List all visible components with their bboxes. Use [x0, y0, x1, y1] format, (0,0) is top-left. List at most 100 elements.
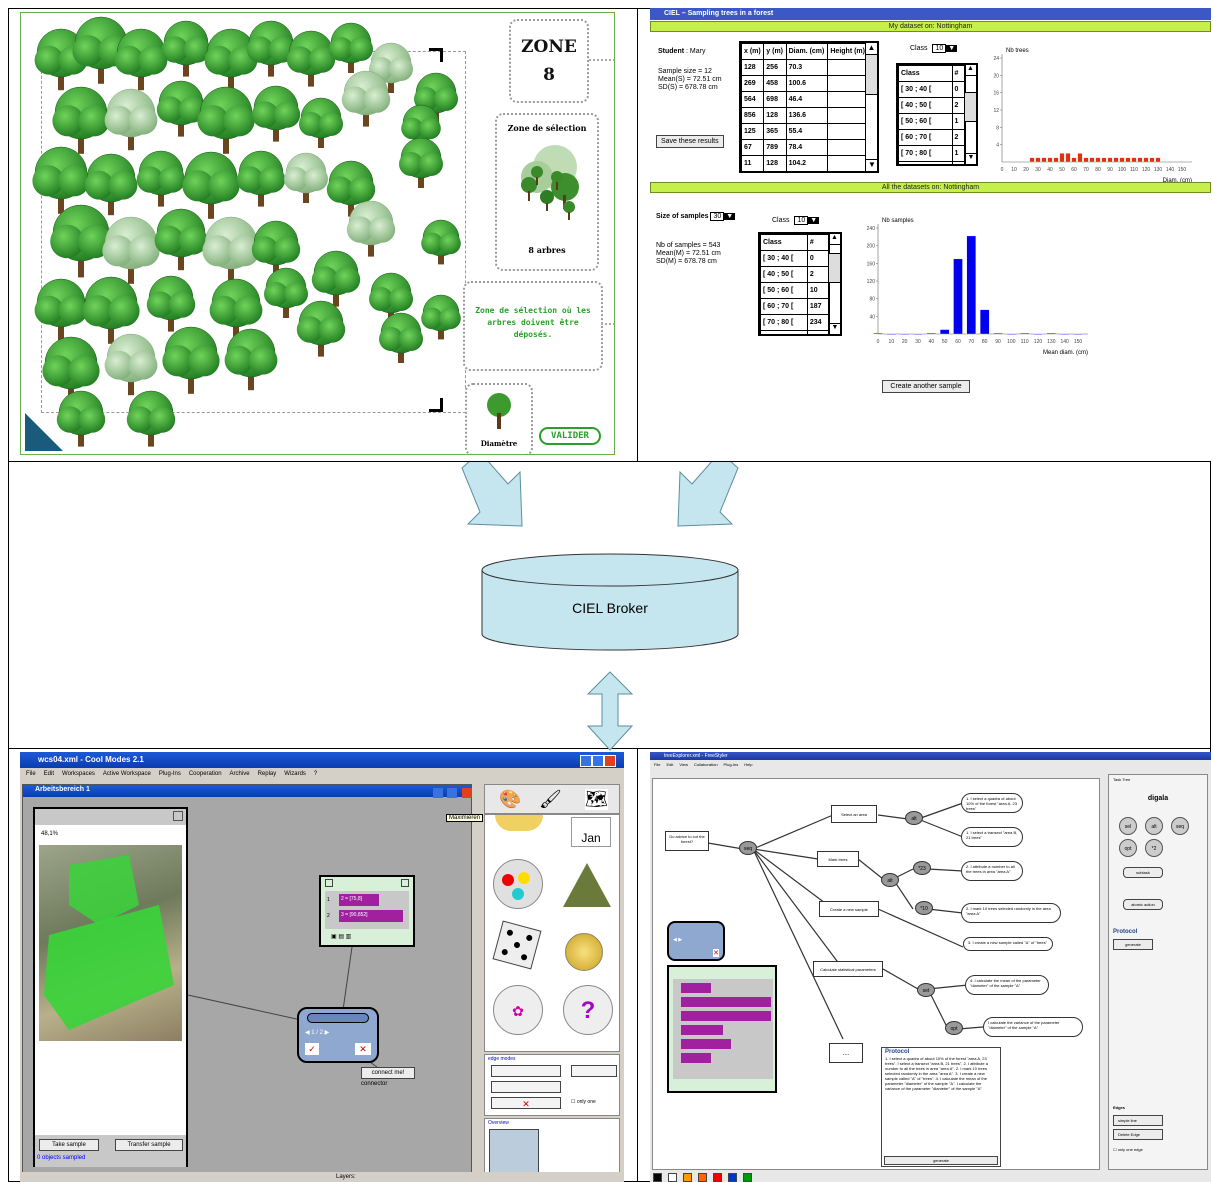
forest-trees[interactable] [21, 13, 491, 455]
palette-item-dots-icon[interactable]: ✿ [493, 985, 543, 1035]
side-tab[interactable]: Task Tree [1113, 777, 1133, 782]
side-node-button[interactable]: *2 [1145, 839, 1163, 857]
palette-item-jan[interactable]: Jan [571, 817, 611, 847]
palette-tab-icon[interactable]: 🎨 [499, 789, 521, 810]
palette-item-question-icon[interactable]: ? [563, 985, 613, 1035]
size-value[interactable]: 30 [710, 212, 725, 221]
list-panel-tools[interactable]: ▣ ▤ ▥ [331, 933, 351, 940]
list-item[interactable]: 1 2 = [75,8] [327, 894, 407, 906]
menu-item[interactable]: Wizards [284, 771, 306, 777]
color-swatch[interactable] [713, 1173, 722, 1182]
scroll-up-icon[interactable]: ▲ [965, 65, 976, 76]
color-swatch[interactable] [668, 1173, 677, 1182]
node-set[interactable]: set [917, 983, 935, 997]
table-row[interactable]: [ 40 ; 50 [2 [898, 97, 967, 114]
scroll-down-icon[interactable]: ▼ [866, 159, 877, 171]
minimize-icon[interactable] [580, 755, 592, 767]
sample-device[interactable]: ◀ 1 / 2 ▶ ✓ ✕ [297, 1007, 379, 1063]
list-panel-header-icon[interactable] [325, 879, 333, 887]
color-swatch[interactable] [683, 1173, 692, 1182]
list-panel-expand-icon[interactable] [401, 879, 409, 887]
table-row[interactable]: [ 70 ; 80 [1 [898, 145, 967, 162]
node-opt[interactable]: opt [945, 1021, 963, 1035]
list-item-bar[interactable] [681, 983, 711, 993]
leaf-7[interactable]: I calculate the variance of the paramete… [983, 1017, 1083, 1037]
embedded-device[interactable]: ◀ ▶ ✕ [667, 921, 725, 961]
color-swatch[interactable] [653, 1173, 662, 1182]
menu-item[interactable]: File [26, 771, 36, 777]
leaf-5[interactable]: 3. I create a new sample called "A" of "… [963, 937, 1053, 951]
class-select-2[interactable]: Class 10 ▼ [772, 216, 820, 225]
palette-item-dice-icon[interactable] [492, 920, 542, 970]
list-item-bar[interactable] [681, 1025, 723, 1035]
scroll-down-icon[interactable]: ▼ [829, 323, 840, 334]
class-dropdown-1-icon[interactable]: ▼ [946, 45, 958, 52]
menu-item[interactable]: File [654, 762, 660, 767]
class-table-1-scrollbar[interactable]: ▲ ▼ [964, 65, 976, 164]
class-value-2[interactable]: 10 [794, 216, 809, 225]
table-row[interactable]: 128 256 70.3 [741, 59, 869, 76]
table-row[interactable]: 856 128 136.6 [741, 107, 869, 124]
leaf-2[interactable]: 1. I select a transect "area B, 21 trees… [961, 827, 1023, 847]
list-item-bar[interactable] [681, 1011, 771, 1021]
side-node-button[interactable]: alt [1145, 817, 1163, 835]
palette-item-tent-icon[interactable] [563, 863, 611, 907]
table-row[interactable]: [ 60 ; 70 [187 [760, 298, 831, 315]
maximize-icon[interactable] [592, 755, 604, 767]
node-star23[interactable]: *23 [913, 861, 931, 875]
menu-item[interactable]: Replay [258, 771, 277, 777]
table-row[interactable]: [ 60 ; 70 [2 [898, 129, 967, 146]
scroll-thumb[interactable] [866, 55, 877, 95]
create-sample-button[interactable]: Create another sample [882, 380, 970, 393]
node-root[interactable]: Do advice to cut the forest? [665, 831, 709, 851]
menu-item[interactable]: Edit [44, 771, 54, 777]
leaf-6[interactable]: 4. I calculate the mean of the parameter… [965, 975, 1049, 995]
edge-mode-arrow-2[interactable] [571, 1065, 617, 1077]
menu-item[interactable]: ? [314, 771, 317, 777]
color-swatch[interactable] [698, 1173, 707, 1182]
menu-item[interactable]: Plug-Ins [159, 771, 181, 777]
only-one-checkbox[interactable]: ☐ only one [571, 1099, 596, 1105]
scroll-thumb[interactable] [829, 253, 840, 283]
table-row[interactable]: [ 50 ; 60 [1 [898, 113, 967, 130]
leaf-1[interactable]: 1. I select a quadra of about 10% of the… [961, 793, 1023, 813]
table-row[interactable]: 125 365 55.4 [741, 123, 869, 140]
table-row[interactable]: [ 80 ; 90 [55 [760, 330, 831, 334]
color-swatch[interactable] [728, 1173, 737, 1182]
palette-item-yellow-circle[interactable] [495, 815, 543, 831]
table-row[interactable]: [ 30 ; 40 [0 [898, 81, 967, 98]
node-create-sample[interactable]: Create a new sample [819, 901, 879, 917]
color-swatch[interactable] [743, 1173, 752, 1182]
list-item[interactable]: 2 3 = [90,852] [327, 910, 407, 922]
connect-me-button[interactable]: connect me! [361, 1067, 415, 1079]
palette-tab-icon[interactable]: 🖌 [539, 789, 562, 810]
menu-item[interactable]: Help [744, 762, 752, 767]
menu-item[interactable]: Cooperation [189, 771, 222, 777]
side-node-button[interactable]: opt [1119, 839, 1137, 857]
size-select[interactable]: Size of samples 30 ▼ [656, 212, 736, 221]
list-item-bar[interactable] [681, 997, 771, 1007]
table-row[interactable]: 269 458 100.6 [741, 75, 869, 92]
size-dropdown-icon[interactable]: ▼ [724, 213, 736, 220]
table-row[interactable]: 11 128 104.2 [741, 155, 869, 171]
protocol-generate-button[interactable]: generate [884, 1156, 998, 1165]
valider-button[interactable]: VALIDER [539, 427, 601, 445]
subtask-button[interactable]: subtask [1123, 867, 1163, 878]
class-value-1[interactable]: 10 [932, 44, 947, 53]
menu-item[interactable]: Active Workspace [103, 771, 151, 777]
scroll-thumb[interactable] [965, 92, 976, 122]
side-node-button[interactable]: seq [1171, 817, 1189, 835]
coolmodes-window-controls[interactable] [580, 754, 622, 767]
palette-item-traffic[interactable] [493, 859, 543, 909]
node-calc-stats[interactable]: Calculate statistical parameters [813, 961, 883, 977]
edge-mode-arrow[interactable] [491, 1065, 561, 1077]
table-row[interactable]: [ 50 ; 60 [10 [760, 282, 831, 299]
leaf-4[interactable]: 2. I mark 10 trees selected randomly in … [961, 903, 1061, 923]
menu-item[interactable]: View [679, 762, 688, 767]
sample-table-scrollbar[interactable]: ▲ ▼ [865, 43, 877, 171]
table-row[interactable]: 564 698 46.4 [741, 91, 869, 108]
menu-item[interactable]: Plug-Ins [724, 762, 739, 767]
list-item-bar[interactable] [681, 1039, 731, 1049]
side-node-button[interactable]: sel [1119, 817, 1137, 835]
drop-zone-box[interactable]: Zone de sélection où les arbres doivent … [463, 281, 603, 371]
